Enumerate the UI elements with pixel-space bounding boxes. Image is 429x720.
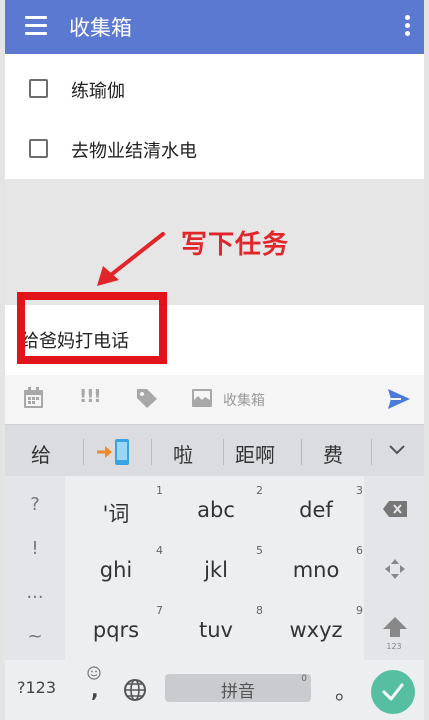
inbox-icon[interactable] (191, 387, 213, 409)
key-label: mno (292, 558, 340, 582)
keypad-key-9[interactable]: 9 wxyz (267, 598, 365, 656)
candidate-item[interactable]: 啦 (173, 439, 193, 468)
space-key-label: 拼音 (221, 682, 255, 702)
backspace-icon[interactable] (382, 500, 408, 518)
task-toolbar: !!! 收集箱 (5, 375, 424, 424)
keypad-key-8[interactable]: 8 tuv (167, 598, 265, 656)
screen: 收集箱 练瑜伽 去物业结清水电 写下任务 给爸妈打电话 !!! 收集箱 给 啦 … (5, 0, 424, 720)
candidate-item[interactable]: 给 (31, 439, 51, 468)
key-label: jkl (204, 558, 228, 582)
symbol-key[interactable]: ... (5, 582, 65, 603)
divider (151, 439, 152, 465)
calendar-icon[interactable] (23, 387, 44, 409)
globe-icon[interactable] (123, 678, 147, 702)
symbol-key[interactable]: ! (5, 538, 65, 559)
phone-arrow-icon[interactable] (95, 438, 133, 466)
list-selector-label[interactable]: 收集箱 (223, 390, 265, 410)
key-number: 2 (256, 484, 263, 497)
key-number: 8 (256, 604, 263, 617)
annotation-arrow-icon (97, 232, 165, 286)
candidate-item[interactable]: 费 (323, 439, 343, 468)
key-number: 7 (156, 604, 163, 617)
app-bar: 收集箱 (5, 0, 424, 54)
send-icon[interactable] (387, 388, 411, 410)
cursor-move-icon[interactable] (384, 558, 406, 580)
checkmark-icon (382, 683, 404, 701)
keypad-key-6[interactable]: 6 mno (267, 538, 365, 596)
task-list: 练瑜伽 去物业结清水电 (5, 54, 424, 179)
divider (83, 439, 84, 465)
page-title: 收集箱 (69, 16, 132, 40)
key-number: 9 (356, 604, 363, 617)
key-label: ghi (99, 558, 133, 582)
annotation-label: 写下任务 (181, 230, 290, 260)
keyboard: ? ! ... ~ 1 '词 2 abc 3 def 4 ghi 5 jkl 6… (5, 476, 424, 720)
comma-key[interactable]: , (91, 678, 99, 702)
key-number: 6 (356, 544, 363, 557)
task-label: 练瑜伽 (71, 81, 125, 102)
priority-button[interactable]: !!! (79, 386, 102, 407)
symbol-key[interactable]: ? (5, 494, 65, 515)
tag-icon[interactable] (135, 387, 159, 409)
divider (301, 439, 302, 465)
function-column: 123 (364, 476, 424, 660)
keypad-key-5[interactable]: 5 jkl (167, 538, 265, 596)
key-number: 5 (256, 544, 263, 557)
keyboard-bottom-row: ?123 , 拼音 0 。 (5, 660, 424, 720)
symbol-key[interactable]: ~ (5, 626, 65, 647)
divider (223, 439, 224, 465)
annotation-highlight-box (17, 292, 167, 364)
candidate-item[interactable]: 距啊 (235, 439, 275, 468)
hamburger-menu-icon[interactable] (25, 16, 47, 36)
key-label: '词 (102, 502, 130, 526)
key-label: abc (197, 498, 235, 522)
space-key-number: 0 (301, 674, 307, 684)
done-button[interactable] (371, 670, 415, 714)
task-checkbox[interactable] (29, 79, 48, 98)
punctuation-column: ? ! ... ~ (5, 476, 65, 660)
task-item[interactable]: 练瑜伽 (5, 58, 424, 118)
keypad-key-3[interactable]: 3 def (267, 478, 365, 536)
keypad-key-7[interactable]: 7 pqrs (67, 598, 165, 656)
key-label: wxyz (289, 618, 343, 642)
task-item[interactable]: 去物业结清水电 (5, 118, 424, 178)
candidate-bar: 给 啦 距啊 费 (5, 424, 424, 476)
period-key[interactable]: 。 (335, 674, 357, 706)
keypad-key-1[interactable]: 1 '词 (67, 478, 165, 536)
divider (371, 439, 372, 465)
space-key[interactable]: 拼音 0 (165, 674, 311, 702)
key-label: pqrs (92, 618, 140, 642)
chevron-down-icon[interactable] (389, 445, 405, 455)
task-label: 去物业结清水电 (71, 141, 197, 162)
shift-arrow-icon[interactable] (382, 616, 408, 638)
keypad-key-4[interactable]: 4 ghi (67, 538, 165, 596)
task-checkbox[interactable] (29, 139, 48, 158)
key-label: tuv (199, 618, 233, 642)
symbols-key[interactable]: ?123 (17, 678, 56, 697)
key-label: def (299, 498, 333, 522)
more-vertical-icon[interactable] (404, 15, 410, 37)
key-number: 4 (156, 544, 163, 557)
key-number: 3 (356, 484, 363, 497)
keypad-key-2[interactable]: 2 abc (167, 478, 265, 536)
shift-sublabel: 123 (386, 642, 402, 651)
key-number: 1 (156, 484, 163, 497)
